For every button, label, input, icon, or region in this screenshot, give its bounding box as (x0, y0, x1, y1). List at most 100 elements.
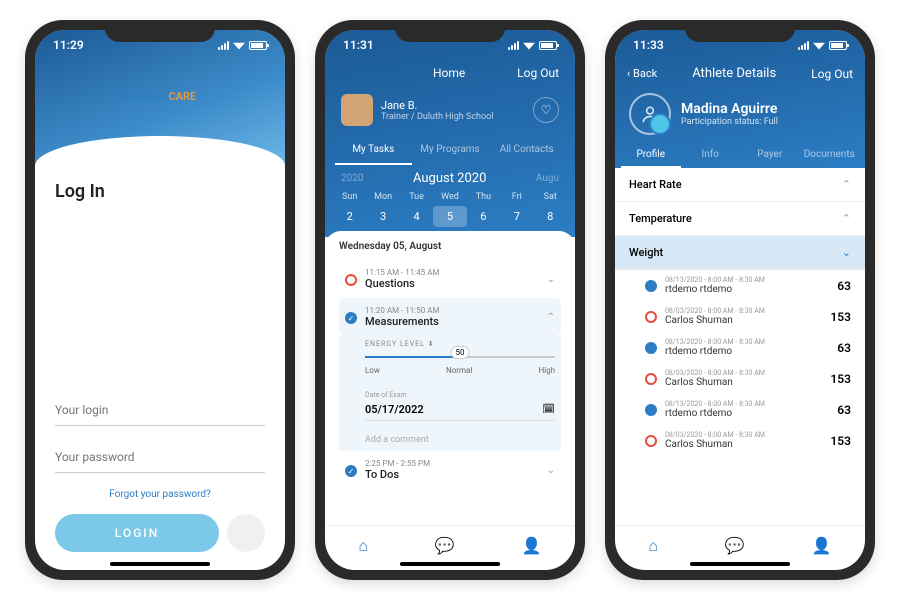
entry-name: Carlos Shuman (665, 439, 822, 450)
days-of-week: SunMonTueWedThuFriSat (325, 192, 575, 202)
day[interactable]: 8 (534, 206, 567, 227)
day[interactable]: 6 (467, 206, 500, 227)
athlete-row: Madina Aguirre Participation status: Ful… (615, 87, 865, 143)
tasks-screen: 11:31 Home Log Out Jane B. Trainer / Dul… (325, 30, 575, 570)
tab-all-contacts[interactable]: All Contacts (488, 136, 565, 165)
athlete-header: 11:33 ‹ Back Athlete Details Log Out Mad… (615, 30, 865, 168)
app-logo: CompeteCARE (35, 60, 285, 103)
clock: 11:31 (343, 38, 374, 52)
day[interactable]: 2 (333, 206, 366, 227)
home-indicator[interactable] (110, 562, 210, 566)
user-row: Jane B. Trainer / Duluth High School ♡ (325, 86, 575, 136)
wave-decoration (35, 136, 285, 166)
nav-profile-icon[interactable]: 👤 (812, 536, 832, 556)
entry-name: rtdemo rtdemo (665, 408, 829, 419)
athlete-avatar[interactable] (629, 93, 671, 135)
password-input[interactable] (55, 442, 265, 473)
entry-row[interactable]: 08/13/2020 - 8:00 AM - 8:30 AMrtdemo rtd… (615, 270, 865, 301)
chevron-up-icon: ⌃ (842, 178, 851, 191)
athlete-tabs: Profile Info Payer Documents (615, 143, 865, 168)
notch (105, 20, 215, 42)
login-row: LOGIN (55, 514, 265, 552)
cal-prev[interactable]: 2020 (341, 173, 363, 184)
task-time: 2:25 PM - 2:55 PM (365, 459, 539, 468)
nav-home-icon[interactable]: ⌂ (358, 536, 368, 556)
slider-thumb[interactable]: 50 (451, 346, 470, 359)
athlete-name: Madina Aguirre (681, 101, 778, 117)
entry-row[interactable]: 08/13/2020 - 8:00 AM - 8:30 AMrtdemo rtd… (615, 394, 865, 425)
tab-my-programs[interactable]: My Programs (412, 136, 489, 165)
clock: 11:33 (633, 38, 664, 52)
tab-payer[interactable]: Payer (740, 143, 800, 168)
signal-icon (508, 41, 519, 50)
athlete-status: Participation status: Full (681, 117, 778, 127)
entry-row[interactable]: 08/03/2020 - 8:00 AM - 8:30 AMCarlos Shu… (615, 425, 865, 456)
entry-row[interactable]: 08/03/2020 - 8:00 AM - 8:30 AMCarlos Shu… (615, 363, 865, 394)
status-icons (798, 41, 847, 50)
tab-info[interactable]: Info (681, 143, 741, 168)
status-dot-open (345, 274, 357, 286)
task-todos[interactable]: ✓ 2:25 PM - 2:55 PM To Dos ⌄ (339, 451, 561, 489)
phone-athlete: 11:33 ‹ Back Athlete Details Log Out Mad… (605, 20, 875, 580)
tab-profile[interactable]: Profile (621, 143, 681, 168)
nav-profile-icon[interactable]: 👤 (522, 536, 542, 556)
entry-row[interactable]: 08/13/2020 - 8:00 AM - 8:30 AMrtdemo rtd… (615, 332, 865, 363)
battery-icon (829, 41, 847, 50)
clock: 11:29 (53, 38, 84, 52)
entry-info: 08/03/2020 - 8:00 AM - 8:30 AMCarlos Shu… (665, 307, 822, 326)
home-indicator[interactable] (400, 562, 500, 566)
entry-time: 08/03/2020 - 8:00 AM - 8:30 AM (665, 307, 822, 315)
add-comment[interactable]: Add a comment (339, 429, 561, 451)
task-info: 2:25 PM - 2:55 PM To Dos (365, 459, 539, 481)
day[interactable]: 4 (400, 206, 433, 227)
tab-my-tasks[interactable]: My Tasks (335, 136, 412, 165)
entry-info: 08/13/2020 - 8:00 AM - 8:30 AMrtdemo rtd… (665, 338, 829, 357)
nav-logout[interactable]: Log Out (811, 67, 853, 81)
entry-time: 08/03/2020 - 8:00 AM - 8:30 AM (665, 369, 822, 377)
chevron-up-icon: ⌃ (547, 312, 555, 323)
exam-row[interactable]: 05/17/2022 🗓 (365, 399, 555, 421)
status-dot-done: ✓ (345, 312, 357, 324)
nav-chat-icon[interactable]: 💬 (435, 536, 455, 556)
status-dot-open (645, 435, 657, 447)
task-measurements[interactable]: ✓ 11:20 AM - 11:50 AM Measurements ⌃ (339, 298, 561, 336)
home-indicator[interactable] (690, 562, 790, 566)
nav-logout[interactable]: Log Out (517, 66, 559, 80)
login-button[interactable]: LOGIN (55, 514, 219, 552)
back-button[interactable]: ‹ Back (627, 67, 657, 80)
accordion-weight[interactable]: Weight⌄ (615, 236, 865, 270)
entry-value: 153 (830, 310, 851, 324)
day[interactable]: 7 (500, 206, 533, 227)
forgot-password-link[interactable]: Forgot your password? (55, 489, 265, 500)
nav-chat-icon[interactable]: 💬 (725, 536, 745, 556)
task-questions[interactable]: 11:15 AM - 11:45 AM Questions ⌄ (339, 260, 561, 298)
calendar-header: 2020 August 2020 Augu (325, 165, 575, 192)
athlete-info: Madina Aguirre Participation status: Ful… (681, 101, 778, 127)
notch (395, 20, 505, 42)
phone-login: 11:29 CompeteCARE Log In Forgot your pas… (25, 20, 295, 580)
calendar-icon[interactable]: 🗓 (542, 404, 555, 415)
wifi-icon (233, 41, 245, 50)
top-nav: ‹ Back Athlete Details Log Out (615, 60, 865, 87)
login-screen: 11:29 CompeteCARE Log In Forgot your pas… (35, 30, 285, 570)
entry-row[interactable]: 08/03/2020 - 8:00 AM - 8:30 AMCarlos Shu… (615, 301, 865, 332)
bell-icon[interactable]: ♡ (533, 97, 559, 123)
athlete-screen: 11:33 ‹ Back Athlete Details Log Out Mad… (615, 30, 865, 570)
accordion-temperature[interactable]: Temperature⌃ (615, 202, 865, 236)
chevron-down-icon: ⌄ (842, 246, 851, 259)
tab-documents[interactable]: Documents (800, 143, 860, 168)
fingerprint-button[interactable] (227, 514, 265, 552)
user-info: Jane B. Trainer / Duluth High School (381, 99, 493, 122)
entry-name: rtdemo rtdemo (665, 284, 829, 295)
wifi-icon (523, 41, 535, 50)
entry-value: 63 (837, 279, 851, 293)
nav-home-icon[interactable]: ⌂ (648, 536, 658, 556)
login-input[interactable] (55, 395, 265, 426)
energy-slider[interactable]: 50 (365, 356, 555, 358)
accordion-heart-rate[interactable]: Heart Rate⌃ (615, 168, 865, 202)
avatar[interactable] (341, 94, 373, 126)
day[interactable]: 3 (366, 206, 399, 227)
day-selected[interactable]: 5 (433, 206, 466, 227)
cal-next[interactable]: Augu (536, 173, 559, 184)
nav-home[interactable]: Home (433, 66, 465, 80)
